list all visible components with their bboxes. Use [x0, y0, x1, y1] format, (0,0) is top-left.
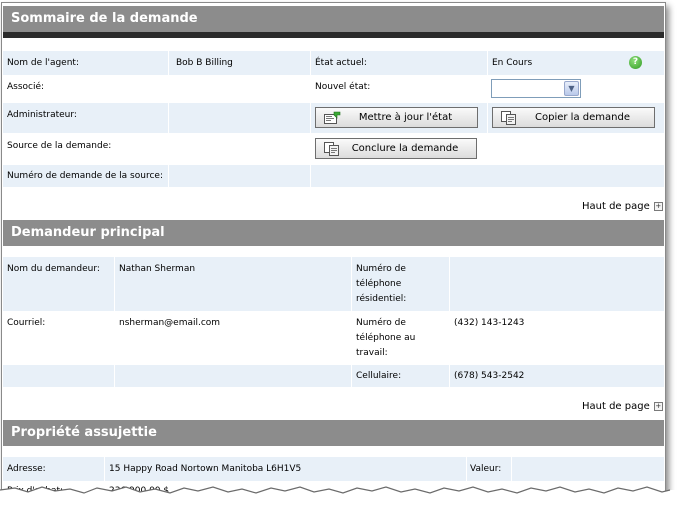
- summary-row-associate: Associé: Nouvel état: ▼: [3, 76, 664, 102]
- summary-header-bar: [3, 32, 664, 38]
- current-state-label: État actuel:: [315, 58, 367, 68]
- applicant-section-header: Demandeur principal: [3, 220, 664, 246]
- work-phone-label-line2: téléphone au: [356, 333, 416, 343]
- work-phone-label-line3: travail:: [356, 348, 388, 358]
- value-label: Valeur:: [470, 464, 502, 474]
- summary-top-link[interactable]: Haut de page +: [582, 201, 663, 212]
- chevron-down-icon[interactable]: ▼: [564, 81, 579, 96]
- close-request-icon: [324, 142, 340, 156]
- summary-row-source-number: Numéro de demande de la source:: [3, 165, 664, 187]
- arrow-up-icon: +: [653, 402, 663, 411]
- summary-row-source: Source de la demande: Conclure la demand…: [3, 134, 664, 164]
- email-label: Courriel:: [7, 318, 46, 328]
- request-window: Sommaire de la demande Nom de l'agent: B…: [1, 2, 666, 497]
- applicant-top-link-label: Haut de page: [582, 401, 650, 412]
- home-phone-label-line2: téléphone: [356, 279, 402, 289]
- applicant-row-cell: Cellulaire: (678) 543-2542: [3, 365, 664, 387]
- close-request-button[interactable]: Conclure la demande: [315, 138, 477, 159]
- address-label: Adresse:: [7, 464, 46, 474]
- new-state-label: Nouvel état:: [315, 82, 371, 92]
- applicant-name-label: Nom du demandeur:: [7, 264, 100, 274]
- update-state-label: Mettre à jour l'état: [358, 112, 453, 123]
- summary-section-header: Sommaire de la demande: [3, 6, 664, 32]
- copy-request-button[interactable]: Copier la demande: [492, 107, 655, 128]
- torn-edge-decoration: [0, 486, 684, 511]
- address-value: 15 Happy Road Nortown Manitoba L6H1V5: [109, 464, 302, 474]
- associate-label: Associé:: [7, 82, 45, 92]
- cell-phone-value: (678) 543-2542: [454, 371, 525, 381]
- copy-request-label: Copier la demande: [535, 112, 630, 123]
- work-phone-value: (432) 143-1243: [454, 318, 525, 328]
- copy-document-icon: [501, 111, 517, 125]
- applicant-name-value: Nathan Sherman: [119, 264, 196, 274]
- home-phone-label-line1: Numéro de: [356, 264, 406, 274]
- source-number-label: Numéro de demande de la source:: [7, 171, 163, 181]
- email-value: nsherman@email.com: [119, 318, 221, 328]
- applicant-row-email: Courriel: nsherman@email.com Numéro de t…: [3, 311, 664, 365]
- current-state-value: En Cours: [492, 58, 533, 68]
- update-state-button[interactable]: Mettre à jour l'état: [315, 107, 478, 128]
- agent-value: Bob B Billing: [176, 58, 233, 68]
- agent-label: Nom de l'agent:: [7, 58, 79, 68]
- summary-row-agent: Nom de l'agent: Bob B Billing État actue…: [3, 51, 664, 75]
- admin-label: Administrateur:: [7, 110, 77, 120]
- summary-top-link-label: Haut de page: [582, 201, 650, 212]
- summary-row-admin: Administrateur: Mettre à jour l'état Cop…: [3, 103, 664, 133]
- cell-phone-label: Cellulaire:: [356, 371, 402, 381]
- applicant-top-link[interactable]: Haut de page +: [582, 401, 663, 412]
- close-request-label: Conclure la demande: [351, 143, 459, 154]
- update-state-icon: [324, 111, 341, 124]
- home-phone-label-line3: résidentiel:: [356, 294, 407, 304]
- new-state-select[interactable]: ▼: [491, 79, 581, 98]
- arrow-up-icon: +: [653, 202, 663, 211]
- applicant-row-name: Nom du demandeur: Nathan Sherman Numéro …: [3, 257, 664, 311]
- source-label: Source de la demande:: [7, 141, 112, 151]
- help-circle-icon[interactable]: ?: [629, 56, 642, 69]
- work-phone-label-line1: Numéro de: [356, 318, 406, 328]
- property-section-header: Propriété assujettie: [3, 420, 664, 446]
